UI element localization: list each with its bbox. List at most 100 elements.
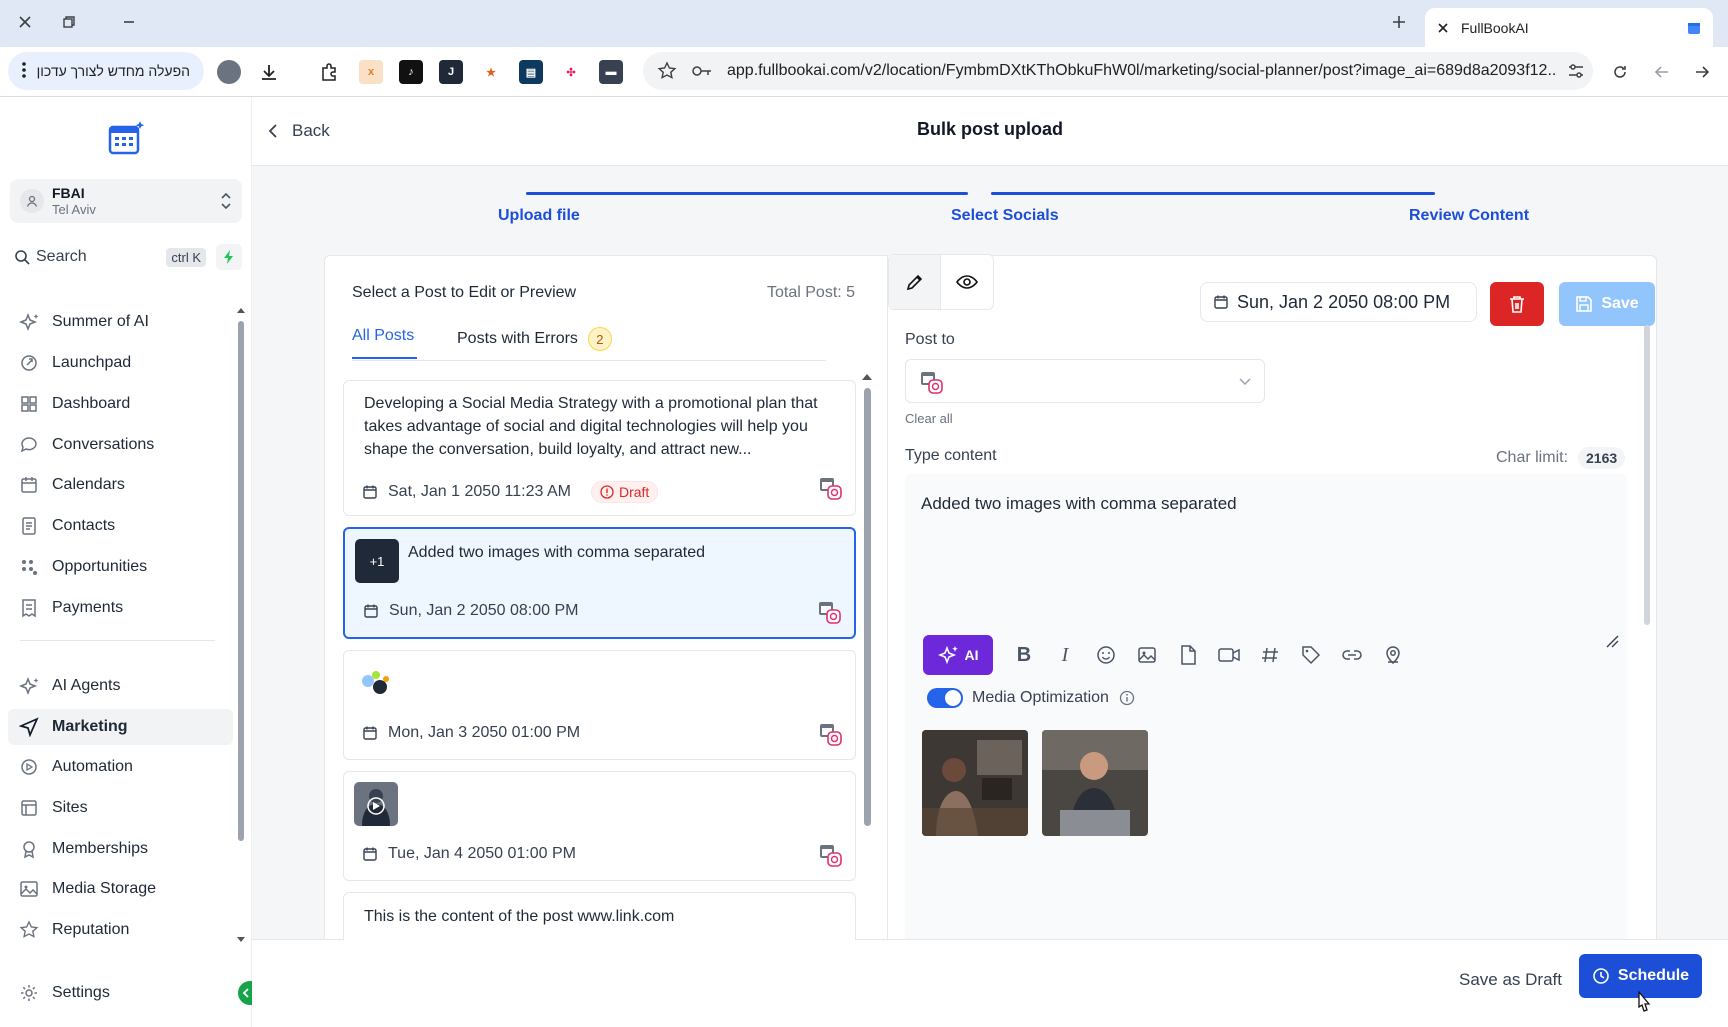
extension-icon-5[interactable]: ▤ [519, 60, 543, 84]
media-optimization-label: Media Optimization [972, 689, 1109, 706]
post-card-2[interactable]: +1 Added two images with comma separated… [343, 527, 856, 639]
post-text: Developing a Social Media Strategy with … [364, 395, 818, 458]
char-limit-label: Char limit: [1496, 449, 1569, 466]
delete-button[interactable] [1490, 282, 1544, 326]
sidebar-item-settings[interactable]: Settings [18, 975, 233, 1011]
clear-all-link[interactable]: Clear all [905, 411, 953, 426]
editor-scrollbar[interactable] [1643, 313, 1651, 1027]
forward-arrow-icon[interactable] [1690, 60, 1714, 84]
sidebar-item-reputation[interactable]: Reputation [18, 912, 233, 948]
sparkle-icon [937, 645, 960, 665]
location-switcher[interactable]: FBAI Tel Aviv [10, 179, 242, 223]
sidebar-item-calendars[interactable]: Calendars [18, 467, 233, 503]
step-review-content[interactable]: Review Content [1409, 207, 1529, 225]
bold-icon[interactable]: B [1011, 642, 1037, 668]
sidebar-item-conversations[interactable]: Conversations [18, 427, 233, 463]
italic-icon[interactable]: I [1052, 642, 1078, 668]
sidebar-item-launchpad[interactable]: Launchpad [18, 345, 233, 381]
image-icon [18, 878, 40, 900]
sidebar-item-sites[interactable]: Sites [18, 790, 233, 826]
file-icon[interactable] [1175, 642, 1201, 668]
tag-icon[interactable] [1298, 642, 1324, 668]
extension-icon-4[interactable]: ★ [479, 60, 503, 84]
hashtag-icon[interactable] [1257, 642, 1283, 668]
extensions-puzzle-icon[interactable] [317, 60, 341, 84]
restore-window-icon[interactable] [55, 8, 83, 36]
floppy-save-icon [1575, 295, 1593, 313]
instagram-account-icon [819, 602, 841, 624]
sidebar-item-contacts[interactable]: Contacts [18, 508, 233, 544]
extension-icon-6[interactable]: ✣ [559, 60, 583, 84]
new-tab-icon[interactable] [1385, 8, 1413, 36]
video-icon[interactable] [1216, 642, 1242, 668]
post-card-3[interactable]: Mon, Jan 3 2050 01:00 PM [343, 650, 856, 760]
extension-icon-2[interactable]: ♪ [399, 60, 423, 84]
extension-icon-1[interactable]: x [359, 60, 383, 84]
step-select-socials[interactable]: Select Socials [951, 207, 1059, 225]
sidebar-item-payments[interactable]: Payments [18, 590, 233, 626]
schedule-date-picker[interactable]: Sun, Jan 2 2050 08:00 PM [1200, 282, 1477, 322]
media-thumbnail-1[interactable] [922, 730, 1028, 836]
sidebar-item-media-storage[interactable]: Media Storage [18, 871, 233, 907]
type-content-label: Type content [905, 447, 997, 464]
app-logo-icon[interactable] [106, 119, 146, 159]
thumbnail-count-badge: +1 [369, 553, 385, 569]
emoji-icon[interactable] [1093, 642, 1119, 668]
sidebar-item-marketing[interactable]: Marketing [8, 709, 233, 745]
address-bar[interactable]: app.fullbookai.com/v2/location/FymbmDXtK… [643, 52, 1593, 90]
post-to-select[interactable] [905, 359, 1265, 403]
back-arrow-icon[interactable] [1650, 60, 1674, 84]
profile-avatar[interactable] [217, 60, 241, 84]
post-card-4[interactable]: Tue, Jan 4 2050 01:00 PM [343, 771, 856, 881]
sidebar-item-label: Dashboard [52, 395, 131, 412]
close-window-icon[interactable] [11, 8, 39, 36]
sidebar-item-ai-agents[interactable]: AI Agents [18, 668, 233, 704]
tab-posts-with-errors[interactable]: Posts with Errors 2 [457, 327, 612, 351]
calendar-icon [364, 604, 378, 618]
close-tab-icon[interactable] [1437, 22, 1449, 34]
update-restart-pill[interactable]: הפעלה מחדש לצורך עדכון [8, 52, 204, 90]
sites-icon [18, 797, 40, 819]
sidebar: FBAI Tel Aviv Search ctrl K Summer of AI… [0, 97, 254, 1027]
sidebar-item-memberships[interactable]: Memberships [18, 831, 233, 867]
site-info-icon[interactable] [691, 63, 713, 79]
tab-all-posts[interactable]: All Posts [352, 327, 414, 345]
bookmark-star-icon[interactable] [657, 61, 677, 81]
sidebar-item-summer-of-ai[interactable]: Summer of AI [18, 304, 233, 340]
post-card-5[interactable]: This is the content of the post www.link… [343, 892, 856, 940]
reload-icon[interactable] [1608, 60, 1632, 84]
chevron-updown-icon [220, 191, 232, 211]
browser-tab[interactable]: FullBookAI [1425, 8, 1713, 47]
pencil-edit-icon[interactable] [889, 255, 942, 309]
link-icon[interactable] [1339, 642, 1365, 668]
rocket-icon [18, 352, 40, 374]
media-optimization-toggle[interactable] [927, 688, 963, 708]
sidebar-item-automation[interactable]: Automation [18, 749, 233, 785]
eye-preview-icon[interactable] [941, 255, 993, 309]
post-list-scrollbar[interactable] [861, 372, 873, 1027]
media-thumbnail-2[interactable] [1042, 730, 1148, 836]
post-date: Mon, Jan 3 2050 01:00 PM [362, 724, 580, 742]
post-card-1[interactable]: Developing a Social Media Strategy with … [343, 380, 856, 516]
extension-icon-3[interactable]: J [439, 60, 463, 84]
extension-icon-7[interactable]: ▬ [599, 60, 623, 84]
info-icon[interactable] [1119, 690, 1135, 706]
sidebar-item-opportunities[interactable]: Opportunities [18, 549, 233, 585]
resize-handle-icon[interactable] [1605, 634, 1619, 648]
tune-icon[interactable] [1567, 62, 1585, 80]
url-text: app.fullbookai.com/v2/location/FymbmDXtK… [727, 62, 1557, 79]
post-date: Tue, Jan 4 2050 01:00 PM [362, 845, 576, 863]
minimize-window-icon[interactable] [115, 8, 143, 36]
sidebar-scrollbar[interactable] [236, 305, 246, 945]
save-as-draft-button[interactable]: Save as Draft [1459, 970, 1562, 990]
save-button[interactable]: Save [1559, 282, 1655, 326]
image-icon[interactable] [1134, 642, 1160, 668]
step-upload-file[interactable]: Upload file [498, 207, 580, 225]
sidebar-search[interactable]: Search ctrl K [10, 241, 242, 273]
ai-assist-button[interactable]: AI [923, 635, 993, 675]
location-pin-icon[interactable] [1380, 642, 1406, 668]
sidebar-item-dashboard[interactable]: Dashboard [18, 386, 233, 422]
quick-action-icon[interactable] [216, 244, 242, 270]
post-date-text: Tue, Jan 4 2050 01:00 PM [388, 845, 576, 862]
download-icon[interactable] [257, 60, 281, 84]
